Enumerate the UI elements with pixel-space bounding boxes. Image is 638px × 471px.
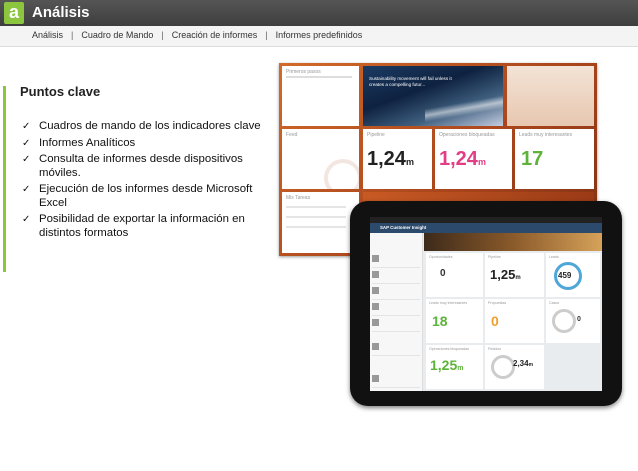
list-item: ✓ Cuadros de mando de los indicadores cla… xyxy=(22,120,261,132)
list-item: ✓ Consulta de informes desde dispositivos… xyxy=(22,153,243,179)
page-title: Análisis xyxy=(32,4,90,21)
list-item[interactable] xyxy=(372,253,420,268)
leads-value: 17 xyxy=(521,148,544,170)
kpi-tile[interactable]: Pipeline 1,25m xyxy=(485,253,544,297)
nav-link-creacion-de-informes[interactable]: Creación de informes xyxy=(172,30,258,40)
kpi-tile[interactable]: Pedidos 2,34m xyxy=(485,345,544,389)
pipeline-tile: Pipeline 1,24m xyxy=(363,129,432,189)
nav-link-cuadro-de-mando[interactable]: Cuadro de Mando xyxy=(81,30,153,40)
list-item[interactable] xyxy=(372,285,420,300)
tasks-tile: Mis Tareas xyxy=(282,192,359,253)
tablet-sidebar xyxy=(370,233,423,391)
photo-tile xyxy=(507,66,594,126)
key-points-list: ✓ Cuadros de mando de los indicadores cla… xyxy=(22,120,277,243)
tablet-app-name: SAP Customer Insight xyxy=(380,225,427,230)
blocked-ops-tile: Operaciones bloqueadas 1,24m xyxy=(435,129,512,189)
check-icon: ✓ xyxy=(22,184,31,195)
app-logo: a xyxy=(4,2,24,24)
nav-link-analisis[interactable]: Análisis xyxy=(32,30,63,40)
list-item[interactable] xyxy=(372,301,420,316)
tablet-app-bar: SAP Customer Insight xyxy=(370,223,602,233)
list-item[interactable] xyxy=(372,317,420,332)
check-icon: ✓ xyxy=(22,121,31,132)
tablet-banner xyxy=(424,233,602,251)
nav-separator: | xyxy=(71,30,74,40)
sub-navigation: Análisis | Cuadro de Mando | Creación de inf… xyxy=(0,26,638,47)
gauge-icon xyxy=(552,309,576,333)
blocked-ops-value: 1,24m xyxy=(439,148,486,170)
check-icon: ✓ xyxy=(22,137,31,149)
pipeline-value: 1,24m xyxy=(367,148,414,170)
leads-tile: Leads muy interesantes 17 xyxy=(515,129,594,189)
list-item[interactable] xyxy=(372,373,420,388)
check-icon: ✓ xyxy=(22,214,31,225)
list-item: ✓ Posibilidad de exportar la información … xyxy=(22,213,245,239)
list-item: ✓ Informes Analíticos xyxy=(22,136,136,149)
tablet-screen: SAP Customer Insight Oportunidades 0 Pip… xyxy=(370,217,602,391)
list-item: ✓ Ejecución de los informes desde Microso… xyxy=(22,183,253,209)
accent-bar xyxy=(3,86,6,272)
kpi-tile[interactable]: Operaciones bloqueadas 1,25m xyxy=(426,345,483,389)
nav-separator: | xyxy=(161,30,164,40)
check-icon: ✓ xyxy=(22,154,31,165)
nav-link-informes-predefinidos[interactable]: Informes predefinidos xyxy=(276,30,363,40)
kpi-tile[interactable]: Casos 0 xyxy=(546,299,600,343)
first-steps-tile: Primeros pasos xyxy=(282,66,359,126)
kpi-tile[interactable]: Oportunidades 0 xyxy=(426,253,483,297)
nav-separator: | xyxy=(265,30,268,40)
news-tile: Sustainability movement will fail unless… xyxy=(363,66,503,126)
app-header: a Análisis xyxy=(0,0,638,26)
key-points-title: Puntos clave xyxy=(20,84,101,99)
feed-tile: Feed xyxy=(282,129,359,189)
kpi-tile[interactable]: Propuestas 0 xyxy=(485,299,544,343)
kpi-tile[interactable]: Leads muy interesantes 18 xyxy=(426,299,483,343)
gauge-icon xyxy=(491,355,515,379)
list-item[interactable] xyxy=(372,269,420,284)
list-item[interactable] xyxy=(372,341,420,356)
kpi-tile[interactable]: Leads 459 xyxy=(546,253,600,297)
